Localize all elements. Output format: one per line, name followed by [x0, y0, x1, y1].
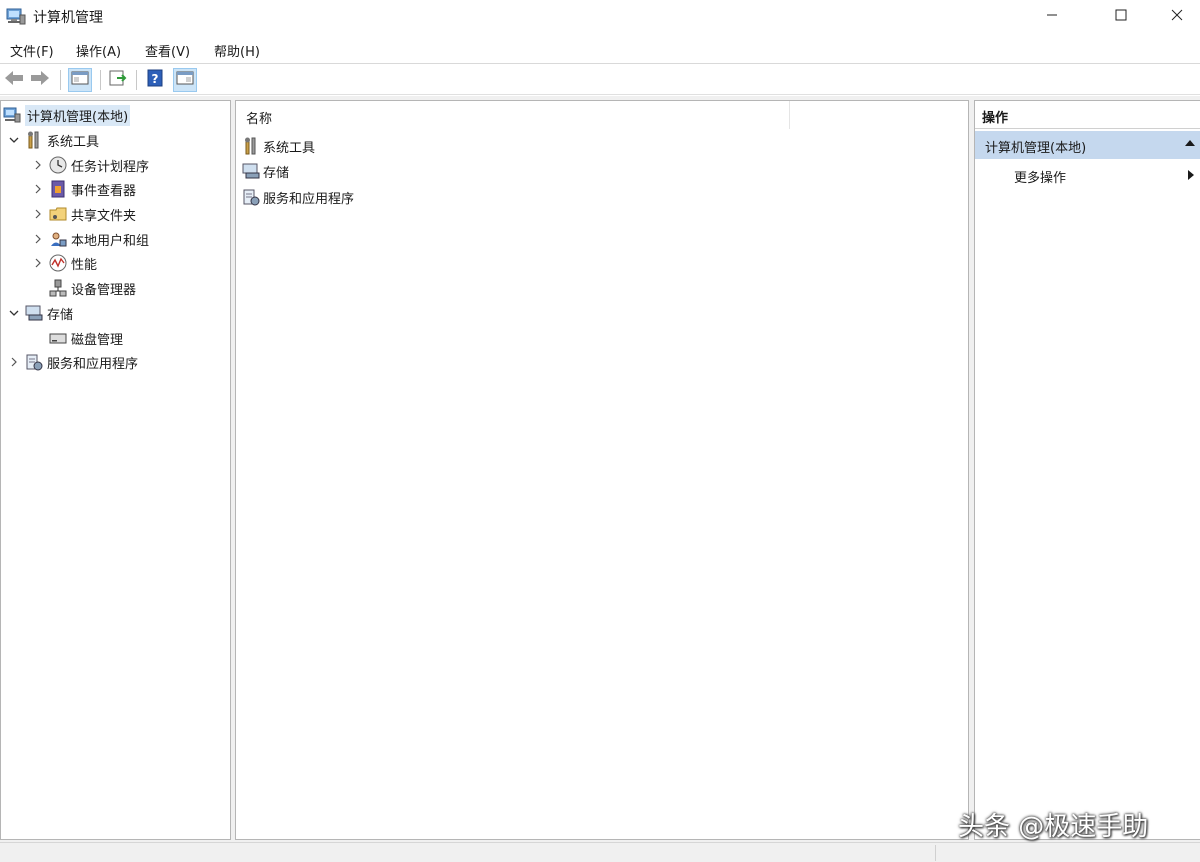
toolbar-separator	[136, 70, 137, 90]
list-item-label: 系统工具	[263, 140, 316, 156]
actions-pane: 操作 计算机管理(本地) 更多操作	[974, 100, 1200, 840]
tree-item-performance[interactable]: 性能	[31, 252, 97, 274]
tree-item-local-users-groups[interactable]: 本地用户和组	[31, 228, 149, 250]
tree-item-system-tools[interactable]: 系统工具	[7, 129, 99, 151]
toolbar-separator	[60, 70, 61, 90]
menu-bar: 文件(F) 操作(A) 查看(V) 帮助(H)	[0, 36, 1200, 64]
maximize-button[interactable]	[1098, 0, 1144, 34]
list-item[interactable]: 系统工具	[242, 135, 315, 157]
result-list: 名称 系统工具 存储 服务和应用程序	[235, 100, 969, 840]
list-item[interactable]: 服务和应用程序	[242, 186, 354, 208]
chevron-down-icon[interactable]	[7, 133, 21, 147]
column-header-label: 名称	[246, 112, 273, 127]
users-icon	[49, 230, 67, 248]
computer-management-icon	[6, 7, 26, 25]
menu-file[interactable]: 文件(F)	[10, 41, 54, 60]
actions-group-header[interactable]: 计算机管理(本地)	[975, 131, 1200, 159]
list-item-label: 服务和应用程序	[263, 191, 355, 207]
svg-text:?: ?	[152, 72, 159, 86]
storage-icon	[242, 162, 260, 180]
toolbar: ?	[0, 65, 1200, 95]
toolbar-separator	[100, 70, 101, 90]
console-tree: 计算机管理(本地) 系统工具 任务计划程序 事件查看器 共享文件夹 本地用户和组…	[0, 100, 231, 840]
export-list-button[interactable]	[106, 68, 130, 92]
chevron-right-icon[interactable]	[31, 207, 45, 221]
tree-item-services-applications[interactable]: 服务和应用程序	[7, 351, 138, 373]
chevron-right-icon[interactable]	[31, 158, 45, 172]
chevron-right-icon[interactable]	[31, 182, 45, 196]
actions-group-label: 计算机管理(本地)	[985, 141, 1087, 156]
back-arrow-icon	[4, 70, 24, 90]
action-item-label: 更多操作	[1014, 171, 1067, 186]
watermark: 头条 @极速手助	[958, 812, 1149, 842]
tools-icon	[25, 131, 43, 149]
list-item[interactable]: 存储	[242, 160, 289, 182]
submenu-arrow-icon	[1188, 170, 1194, 180]
disk-icon	[49, 329, 67, 347]
menu-view[interactable]: 查看(V)	[145, 41, 190, 60]
computer-management-icon	[3, 106, 21, 124]
event-viewer-icon	[49, 180, 67, 198]
clock-icon	[49, 156, 67, 174]
show-hide-console-tree-button[interactable]	[68, 68, 92, 92]
maximize-icon	[1115, 9, 1127, 25]
export-list-icon	[109, 70, 127, 90]
status-bar	[0, 842, 1200, 862]
close-icon	[1171, 9, 1183, 25]
tree-item-label: 系统工具	[47, 134, 100, 150]
tree-item-label: 磁盘管理	[71, 332, 124, 348]
chevron-right-icon[interactable]	[31, 256, 45, 270]
tree-item-label: 本地用户和组	[71, 233, 150, 249]
shared-folder-icon	[49, 205, 67, 223]
actions-title: 操作	[975, 101, 1200, 129]
actions-title-label: 操作	[982, 111, 1009, 126]
device-manager-icon	[49, 279, 67, 297]
show-hide-console-tree-icon	[71, 70, 89, 90]
tree-item-label: 服务和应用程序	[47, 356, 139, 372]
tree-item-label: 存储	[47, 307, 74, 323]
tree-root[interactable]: 计算机管理(本地)	[3, 104, 131, 126]
tree-root-label: 计算机管理(本地)	[25, 104, 131, 126]
tree-item-label: 设备管理器	[71, 282, 137, 298]
tools-icon	[242, 137, 260, 155]
chevron-right-icon[interactable]	[31, 232, 45, 246]
chevron-right-icon[interactable]	[7, 355, 21, 369]
menu-help[interactable]: 帮助(H)	[214, 41, 260, 60]
help-icon: ?	[147, 69, 163, 91]
window-title: 计算机管理	[33, 10, 103, 26]
chevron-down-icon[interactable]	[7, 306, 21, 320]
tree-item-device-manager[interactable]: 设备管理器	[49, 277, 136, 299]
title-bar: 计算机管理	[0, 0, 1200, 36]
tree-item-label: 性能	[71, 257, 98, 273]
services-icon	[25, 353, 43, 371]
list-item-label: 存储	[263, 165, 290, 181]
forward-button[interactable]	[28, 68, 52, 92]
forward-arrow-icon	[30, 70, 50, 90]
back-button[interactable]	[2, 68, 26, 92]
minimize-button[interactable]	[1029, 0, 1075, 34]
tree-item-label: 共享文件夹	[71, 208, 137, 224]
tree-item-event-viewer[interactable]: 事件查看器	[31, 178, 136, 200]
tree-item-label: 事件查看器	[71, 183, 137, 199]
tree-item-label: 任务计划程序	[71, 159, 150, 175]
action-more-actions[interactable]: 更多操作	[975, 163, 1200, 187]
tree-item-shared-folders[interactable]: 共享文件夹	[31, 203, 136, 225]
tree-item-disk-management[interactable]: 磁盘管理	[49, 327, 123, 349]
column-header-name[interactable]: 名称	[236, 101, 790, 129]
storage-icon	[25, 304, 43, 322]
show-hide-action-pane-icon	[176, 70, 194, 90]
tree-item-task-scheduler[interactable]: 任务计划程序	[31, 154, 149, 176]
help-button[interactable]: ?	[143, 68, 167, 92]
menu-action[interactable]: 操作(A)	[76, 41, 121, 60]
tree-item-storage[interactable]: 存储	[7, 302, 73, 324]
show-hide-action-pane-button[interactable]	[173, 68, 197, 92]
status-separator	[935, 845, 936, 861]
collapse-up-icon[interactable]	[1185, 140, 1195, 146]
minimize-icon	[1046, 9, 1058, 25]
services-icon	[242, 188, 260, 206]
performance-icon	[49, 254, 67, 272]
close-button[interactable]	[1154, 0, 1200, 34]
